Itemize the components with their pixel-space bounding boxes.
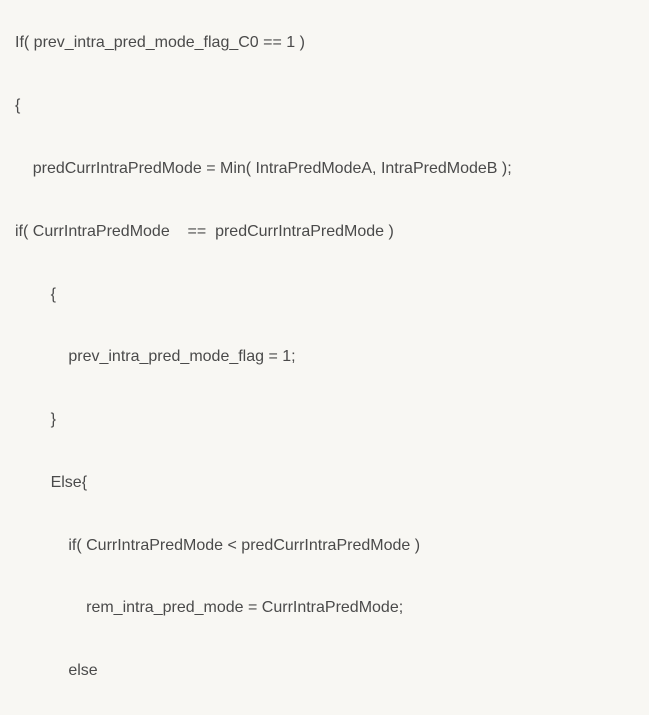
code-line: predCurrIntraPredMode = Min( IntraPredMo… [15, 158, 634, 180]
code-line: Else{ [15, 472, 634, 494]
code-line: rem_intra_pred_mode = CurrIntraPredMode; [15, 597, 634, 619]
code-block: If( prev_intra_pred_mode_flag_C0 == 1 ) … [0, 0, 649, 715]
code-line: { [15, 95, 634, 117]
code-line: if( CurrIntraPredMode < predCurrIntraPre… [15, 535, 634, 557]
code-line: else [15, 660, 634, 682]
code-line: prev_intra_pred_mode_flag = 1; [15, 346, 634, 368]
code-line: } [15, 409, 634, 431]
code-line: If( prev_intra_pred_mode_flag_C0 == 1 ) [15, 32, 634, 54]
code-line: { [15, 284, 634, 306]
code-line: if( CurrIntraPredMode == predCurrIntraPr… [15, 221, 634, 243]
